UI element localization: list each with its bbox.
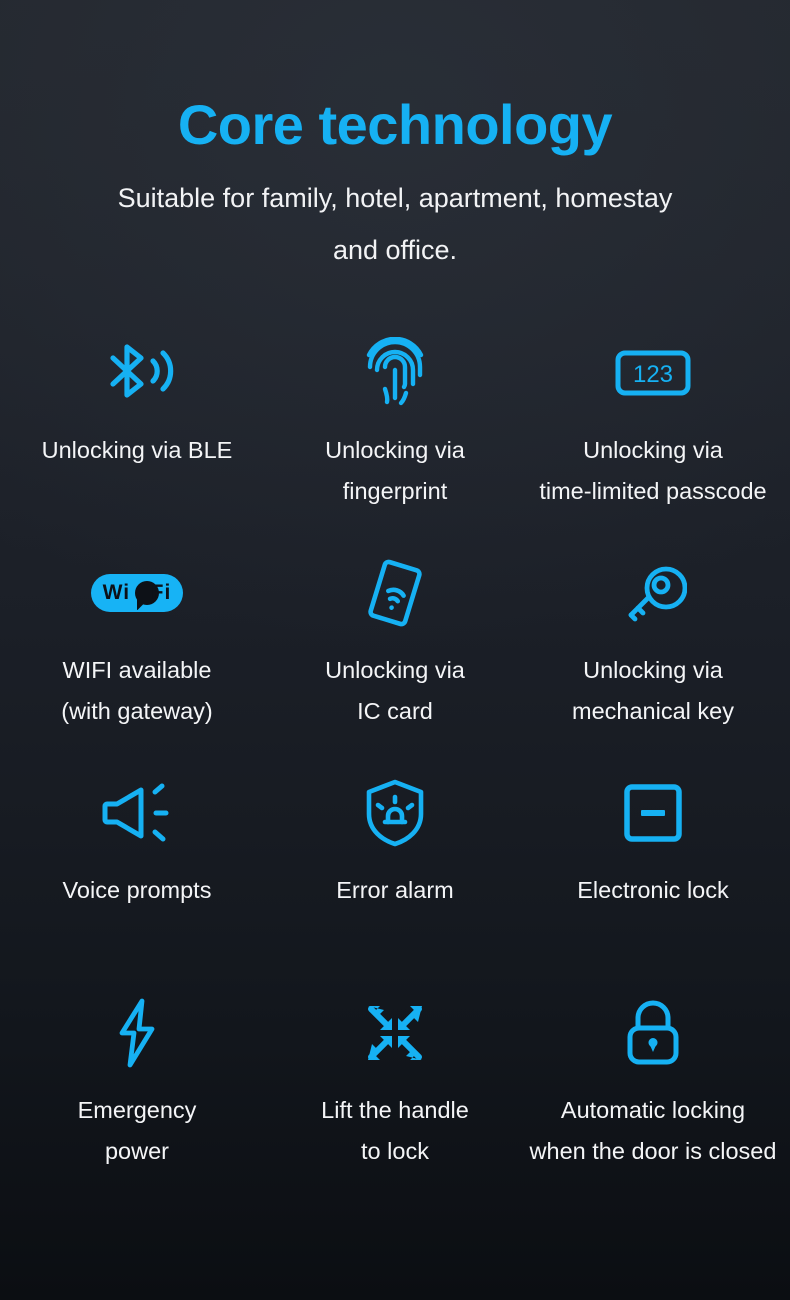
page-title: Core technology <box>177 93 613 156</box>
wifi-badge-text-left: Wi <box>102 581 131 605</box>
feature-item-automatic-locking: Automatic locking when the door is close… <box>524 980 782 1200</box>
feature-label: Unlocking via BLE <box>41 437 233 464</box>
wifi-badge-text: Wi Fi <box>103 581 172 605</box>
feature-item-ble: Unlocking via BLE <box>8 320 266 540</box>
ic-card-icon <box>359 554 431 632</box>
feature-grid: Unlocking via BLE Unlocking via fingerpr… <box>0 320 790 1200</box>
feature-item-emergency-power: Emergency power <box>8 980 266 1200</box>
feature-label: Error alarm <box>336 877 454 904</box>
feature-item-passcode: 123 Unlocking via time-limited passcode <box>524 320 782 540</box>
core-technology-page: Core technology Suitable for family, hot… <box>0 0 790 1300</box>
electronic-lock-icon <box>623 774 683 852</box>
feature-item-wifi: Wi Fi WIFI available (with gateway) <box>8 540 266 760</box>
passcode-icon-text: 123 <box>633 361 673 388</box>
page-subtitle: Suitable for family, hotel, apartment, h… <box>117 182 673 265</box>
feature-item-electronic-lock: Electronic lock <box>524 760 782 980</box>
feature-label: Unlocking via fingerprint <box>325 437 465 504</box>
feature-label: WIFI available (with gateway) <box>61 657 213 724</box>
feature-item-error-alarm: Error alarm <box>266 760 524 980</box>
feature-item-voice-prompts: Voice prompts <box>8 760 266 980</box>
speaker-icon <box>99 774 175 852</box>
bluetooth-icon <box>97 334 177 412</box>
feature-label: Lift the handle to lock <box>321 1097 469 1164</box>
wifi-badge-icon: Wi Fi <box>91 554 183 632</box>
fingerprint-icon <box>363 334 427 412</box>
feature-item-lift-handle: Lift the handle to lock <box>266 980 524 1200</box>
padlock-closed-icon <box>623 994 683 1072</box>
mechanical-key-icon <box>619 554 687 632</box>
feature-label: Emergency power <box>77 1097 197 1164</box>
lightning-bolt-icon <box>112 994 162 1072</box>
feature-label: Unlocking via mechanical key <box>572 657 734 724</box>
feature-label: Voice prompts <box>62 877 212 904</box>
feature-label: Automatic locking when the door is close… <box>529 1097 777 1164</box>
feature-label: Unlocking via IC card <box>325 657 465 724</box>
passcode-123-icon: 123 <box>615 334 691 412</box>
feature-item-fingerprint: Unlocking via fingerprint <box>266 320 524 540</box>
collapse-arrows-icon <box>362 994 428 1072</box>
shield-alarm-icon <box>363 774 427 852</box>
page-header: Core technology Suitable for family, hot… <box>0 0 790 276</box>
wifi-badge-text-right: Fi <box>150 581 172 605</box>
feature-item-mechanical-key: Unlocking via mechanical key <box>524 540 782 760</box>
feature-item-ic-card: Unlocking via IC card <box>266 540 524 760</box>
feature-label: Unlocking via time-limited passcode <box>539 437 767 504</box>
feature-label: Electronic lock <box>577 877 729 904</box>
